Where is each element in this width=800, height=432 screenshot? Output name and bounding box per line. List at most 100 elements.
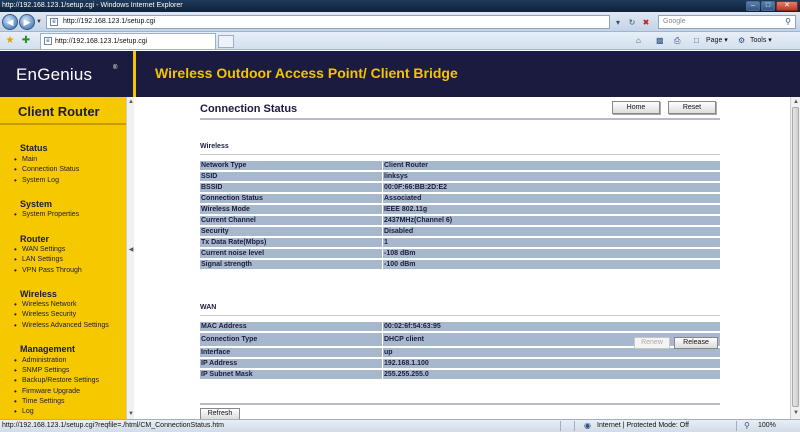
sidebar-item-snmp-settings[interactable]: SNMP Settings xyxy=(14,366,69,375)
scrollbar-thumb[interactable] xyxy=(792,107,799,407)
page-header: EnGenius ® Wireless Outdoor Access Point… xyxy=(0,51,800,97)
print-icon[interactable]: ⎙ xyxy=(674,35,680,47)
status-separator xyxy=(736,421,737,431)
sidebar-item-time-settings[interactable]: Time Settings xyxy=(14,397,64,406)
feeds-icon[interactable]: ▩ xyxy=(656,35,664,47)
sidebar-scrollbar[interactable]: ▲ ◀ ▼ xyxy=(126,97,134,419)
table-row: Signal strength -100 dBm xyxy=(200,260,720,269)
page-menu-label: Page xyxy=(706,37,723,44)
row-key: Interface xyxy=(200,348,383,357)
row-value: 00:02:6f:54:63:95 xyxy=(383,322,720,331)
engenius-logo: EnGenius xyxy=(16,65,93,84)
wan-divider xyxy=(200,315,720,316)
scroll-down-arrow-icon[interactable]: ▼ xyxy=(792,409,800,417)
status-separator xyxy=(574,421,575,431)
stop-icon[interactable]: ✖ xyxy=(640,17,652,28)
sidebar-item-backup-restore-settings[interactable]: Backup/Restore Settings xyxy=(14,376,99,385)
window-controls: – □ ✕ xyxy=(746,1,798,11)
tools-gear-icon: ⚙ xyxy=(738,36,746,45)
sidebar-item-wireless-network[interactable]: Wireless Network xyxy=(14,300,77,309)
release-button[interactable]: Release xyxy=(674,337,718,349)
scroll-up-arrow-icon[interactable]: ▲ xyxy=(792,98,800,106)
window-scrollbar[interactable]: ▲ ▼ xyxy=(790,97,800,419)
close-button[interactable]: ✕ xyxy=(776,1,798,11)
sidebar-item-wan-settings[interactable]: WAN Settings xyxy=(14,245,65,254)
sidebar-item-connection-status[interactable]: Connection Status xyxy=(14,165,79,174)
row-key: Wireless Mode xyxy=(200,205,383,214)
product-title: Wireless Outdoor Access Point/ Client Br… xyxy=(155,65,458,81)
sidebar-item-main[interactable]: Main xyxy=(14,155,37,164)
tools-menu[interactable]: Tools ▾ xyxy=(750,36,772,46)
row-value: Disabled xyxy=(383,227,720,236)
window-title: http://192.168.123.1/setup.cgi - Windows… xyxy=(2,2,183,9)
sidebar-item-wireless-security[interactable]: Wireless Security xyxy=(14,310,76,319)
renew-button[interactable]: Renew xyxy=(634,337,670,349)
table-row: SSID linksys xyxy=(200,172,720,181)
zoom-icon: ⚲ xyxy=(744,421,750,430)
refresh-icon[interactable]: ↻ xyxy=(626,17,638,28)
table-row: Tx Data Rate(Mbps) 1 xyxy=(200,238,720,247)
security-zone-text[interactable]: Internet | Protected Mode: Off xyxy=(597,420,689,432)
table-row: Current Channel 2437MHz(Channel 6) xyxy=(200,216,720,225)
row-key: Connection Type xyxy=(200,333,383,346)
address-dropdown-icon[interactable]: ▾ xyxy=(612,17,624,28)
sidebar-item-vpn-pass-through[interactable]: VPN Pass Through xyxy=(14,266,82,275)
add-favorites-icon[interactable]: ✚ xyxy=(20,35,32,47)
wireless-divider xyxy=(200,154,720,155)
zoom-level[interactable]: 100% xyxy=(758,420,776,432)
status-bar: http://192.168.123.1/setup.cgi?reqfile=.… xyxy=(0,419,800,432)
home-icon[interactable]: ⌂ xyxy=(636,35,641,47)
sidebar-heading-wireless: Wireless xyxy=(20,289,57,299)
table-row: Network Type Client Router xyxy=(200,161,720,170)
search-icon[interactable]: ⚲ xyxy=(785,16,791,28)
sidebar-item-administration[interactable]: Administration xyxy=(14,356,66,365)
sidebar-item-system-properties[interactable]: System Properties xyxy=(14,210,79,219)
row-key: SSID xyxy=(200,172,383,181)
page-menu[interactable]: Page ▾ xyxy=(706,36,728,46)
row-key: BSSID xyxy=(200,183,383,192)
sidebar-heading-router: Router xyxy=(20,234,49,244)
tab-setup[interactable]: http://192.168.123.1/setup.cgi xyxy=(40,33,216,49)
recent-pages-dropdown[interactable]: ▼ xyxy=(36,19,42,25)
sidebar-item-lan-settings[interactable]: LAN Settings xyxy=(14,255,63,264)
row-value: 255.255.255.0 xyxy=(383,370,720,379)
back-button[interactable]: ◀ xyxy=(2,14,18,30)
sidebar-title-text: Client Router xyxy=(18,104,100,119)
sidebar-heading-status: Status xyxy=(20,143,48,153)
page-favicon-icon: e xyxy=(50,18,58,26)
table-row: Interface up xyxy=(200,348,720,357)
sidebar: Client Router Status Main Connection Sta… xyxy=(0,97,126,419)
table-row: Connection Status Associated xyxy=(200,194,720,203)
tools-menu-label: Tools xyxy=(750,37,767,44)
row-value: -100 dBm xyxy=(383,260,720,269)
title-divider xyxy=(200,118,720,120)
sidebar-item-log[interactable]: Log xyxy=(14,407,33,416)
forward-button[interactable]: ▶ xyxy=(19,14,35,30)
search-input[interactable]: Google ⚲ xyxy=(658,15,796,29)
status-separator xyxy=(560,421,561,431)
sidebar-item-wireless-advanced-settings[interactable]: Wireless Advanced Settings xyxy=(14,321,109,330)
row-key: Current noise level xyxy=(200,249,383,258)
reset-button[interactable]: Reset xyxy=(668,101,716,114)
table-row: MAC Address 00:02:6f:54:63:95 xyxy=(200,322,720,331)
wireless-section-label: Wireless xyxy=(200,143,229,150)
favorites-star-icon[interactable]: ★ xyxy=(4,35,16,47)
row-value: up xyxy=(383,348,720,357)
sidebar-item-system-log[interactable]: System Log xyxy=(14,176,59,185)
row-key: Signal strength xyxy=(200,260,383,269)
home-button[interactable]: Home xyxy=(612,101,660,114)
table-row: Security Disabled xyxy=(200,227,720,236)
new-tab-button[interactable] xyxy=(218,35,234,48)
bottom-divider xyxy=(200,403,720,405)
sidebar-item-firmware-upgrade[interactable]: Firmware Upgrade xyxy=(14,387,80,396)
maximize-button[interactable]: □ xyxy=(761,1,775,11)
status-url-text: http://192.168.123.1/setup.cgi?reqfile=.… xyxy=(2,422,224,429)
wan-status-table: MAC Address 00:02:6f:54:63:95 Connection … xyxy=(200,320,720,381)
refresh-button[interactable]: Refresh xyxy=(200,408,240,419)
minimize-button[interactable]: – xyxy=(746,1,760,11)
url-input[interactable]: http://192.168.123.1/setup.cgi xyxy=(46,15,610,29)
row-value: Client Router xyxy=(383,161,720,170)
row-key: MAC Address xyxy=(200,322,383,331)
table-row: Current noise level -108 dBm xyxy=(200,249,720,258)
row-value: 1 xyxy=(383,238,720,247)
